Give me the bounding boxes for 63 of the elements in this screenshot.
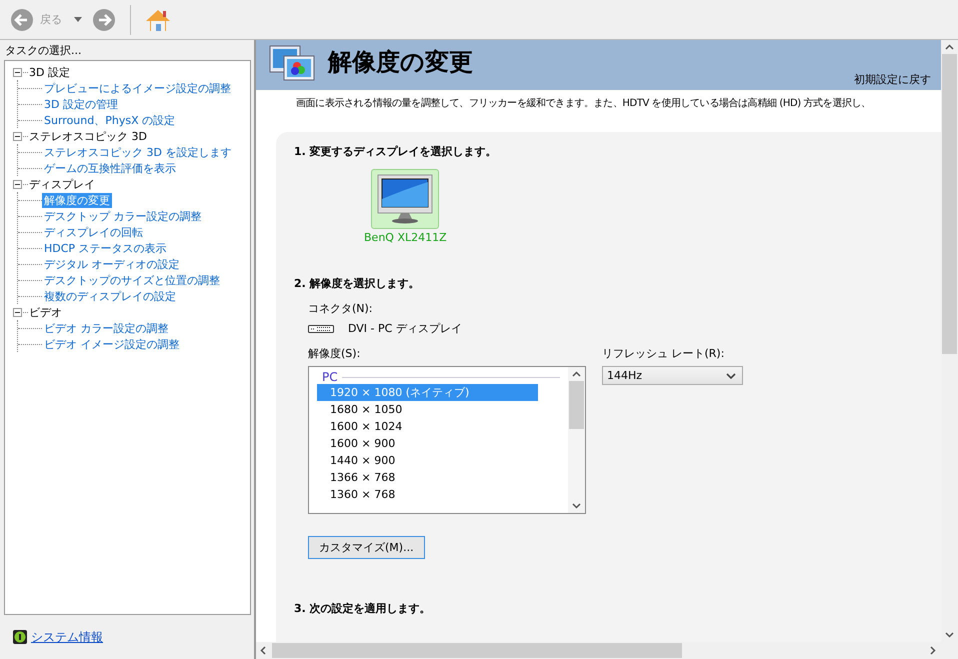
tree-group-label[interactable]: 3D 設定 [29,64,70,80]
tree-item[interactable]: ステレオスコピック 3D を設定します [42,144,234,160]
list-scrollbar[interactable] [568,367,585,513]
vertical-scrollbar[interactable] [941,40,958,642]
tree-item[interactable]: HDCP ステータスの表示 [42,240,169,256]
connector-value: DVI - PC ディスプレイ [348,321,462,336]
tree-item[interactable]: ゲームの互換性評価を表示 [42,160,178,176]
tree-group-label[interactable]: ビデオ [29,304,62,320]
collapse-toggle-icon[interactable] [13,180,22,188]
scroll-right-icon[interactable] [930,646,936,655]
resolution-list[interactable]: PC 1920 × 1080 (ネイティブ) 1680 × 1050 1600 × 1024 1600 × 900 1440 × 900 1366 × 768 1360 × 768 [308,366,586,514]
display-tile[interactable] [371,169,440,229]
scroll-up-icon[interactable] [945,44,954,50]
refresh-rate-dropdown[interactable]: 144Hz [602,366,743,385]
scroll-up-icon[interactable] [572,371,581,377]
resolution-option[interactable]: 1360 × 768 [317,486,538,503]
tree-item[interactable]: 3D 設定の管理 [42,96,120,112]
scroll-down-icon[interactable] [572,503,581,509]
tree-item[interactable]: デジタル オーディオの設定 [42,256,182,272]
tree-item[interactable]: ビデオ イメージ設定の調整 [42,336,182,352]
chevron-down-icon [726,372,736,378]
sidebar-title: タスクの選択... [4,43,82,59]
horizontal-scrollbar[interactable] [256,642,958,659]
tree-item[interactable]: デスクトップ カラー設定の調整 [42,208,204,224]
collapse-toggle-icon[interactable] [13,68,22,76]
collapse-toggle-icon[interactable] [13,132,22,140]
tree-group-label[interactable]: ステレオスコピック 3D [29,128,147,144]
step-heading: 2. 解像度を選択します。 [294,276,421,291]
customize-button[interactable]: カスタマイズ(M)... [308,536,425,559]
restore-defaults-link[interactable]: 初期設定に戻す [854,72,931,87]
resolution-option[interactable]: 1600 × 1024 [317,418,538,435]
resolution-option[interactable]: 1366 × 768 [317,469,538,486]
dvi-connector-icon [308,324,334,332]
tree-item[interactable]: ディスプレイの回転 [42,224,145,240]
home-icon[interactable] [145,8,171,32]
step-heading: 1. 変更するディスプレイを選択します。 [294,144,498,159]
forward-button[interactable] [92,8,116,32]
tree-item[interactable]: Surround、PhysX の設定 [42,112,178,128]
page-title: 解像度の変更 [328,47,473,78]
tree-group-label[interactable]: ディスプレイ [29,176,95,192]
tree-item[interactable]: プレビューによるイメージ設定の調整 [42,80,233,96]
list-group-label: PC [322,370,338,384]
step-heading: 3. 次の設定を適用します。 [294,601,432,616]
display-name: BenQ XL2411Z [364,231,447,244]
scroll-left-icon[interactable] [260,646,266,655]
dropdown-caret-icon[interactable] [74,17,82,22]
tree-item[interactable]: デスクトップのサイズと位置の調整 [42,272,222,288]
resolution-option[interactable]: 1440 × 900 [317,452,538,469]
collapse-toggle-icon[interactable] [13,308,22,316]
info-icon [13,630,27,644]
resolution-option[interactable]: 1600 × 900 [317,435,538,452]
scroll-down-icon[interactable] [945,632,954,638]
resolution-label: 解像度(S): [308,346,362,361]
monitor-icon [376,174,434,224]
tree-item[interactable]: ビデオ カラー設定の調整 [42,320,170,336]
page-description: 画面に表示される情報の量を調整して、フリッカーを緩和できます。また、HDTV を使用している場合は高精細 (HD) 方式を選択し、 [295,96,872,111]
resolution-option[interactable]: 1680 × 1050 [317,401,538,418]
back-button[interactable] [10,8,34,32]
back-label: 戻る [40,12,62,27]
tree-item[interactable]: 複数のディスプレイの設定 [42,288,178,304]
connector-label: コネクタ(N): [308,301,374,316]
system-info-link[interactable]: システム情報 [31,628,103,646]
refresh-rate-label: リフレッシュ レート(R): [602,346,726,361]
